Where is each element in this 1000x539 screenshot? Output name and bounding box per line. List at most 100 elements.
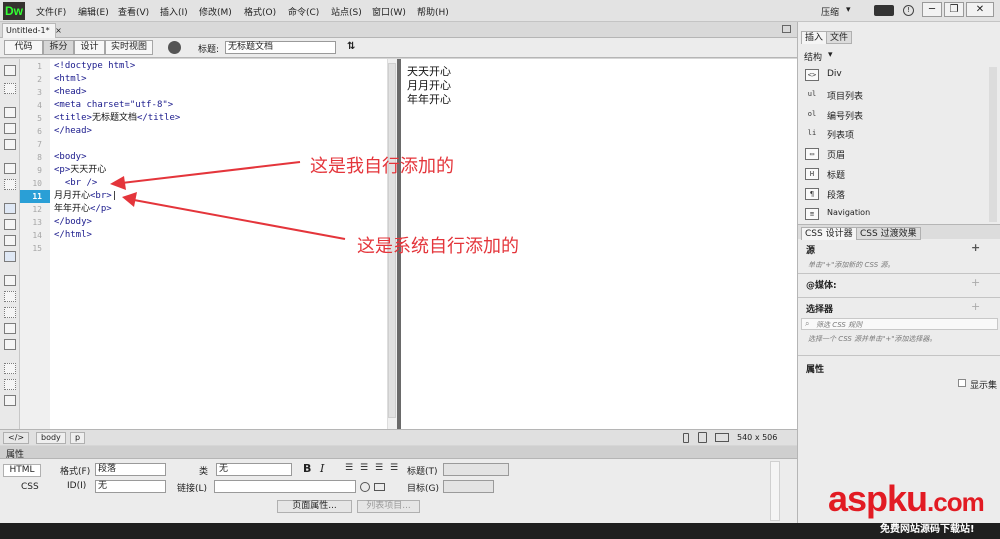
insert-label: 页眉 xyxy=(827,151,846,161)
insert-label: 段落 xyxy=(827,191,846,201)
show-set-checkbox[interactable] xyxy=(958,379,966,387)
workspace-switcher[interactable]: 压缩 xyxy=(821,5,839,18)
tab-css-transitions[interactable]: CSS 过渡效果 xyxy=(856,227,921,240)
aspku-watermark: aspku.com xyxy=(828,478,985,520)
add-source-button[interactable]: + xyxy=(971,241,980,254)
properties-expand-handle[interactable] xyxy=(770,461,780,521)
tag-p[interactable]: p xyxy=(70,432,86,444)
chevron-down-icon[interactable]: ▾ xyxy=(828,50,833,60)
divider xyxy=(798,297,1000,298)
minimize-button[interactable]: ─ xyxy=(922,2,942,17)
tab-css-designer[interactable]: CSS 设计器 xyxy=(801,227,857,240)
selectors-title: 选择器 xyxy=(806,305,834,315)
insert-list-item[interactable]: li 列表项 xyxy=(803,126,988,142)
heading-icon: H xyxy=(805,168,819,180)
taskbar xyxy=(0,523,1000,539)
divider xyxy=(798,355,1000,356)
target-select[interactable] xyxy=(443,480,494,493)
annotation-arrow-line-2 xyxy=(133,199,346,240)
css-mode-button[interactable]: CSS xyxy=(3,481,41,494)
annotation-arrow-line-1 xyxy=(121,161,301,184)
tag-selector-bar: </> body p 540 x 506 xyxy=(0,429,797,445)
media-title: @媒体: xyxy=(806,281,837,291)
annotation-arrows xyxy=(110,161,346,240)
id-label: ID(I) xyxy=(67,481,87,491)
insert-category[interactable]: 结构 xyxy=(804,50,822,63)
watermark-tagline: 免费网站源码下载站! xyxy=(880,524,975,535)
ul-icon: ul xyxy=(807,90,817,98)
insert-ordered-list[interactable]: ol 编号列表 xyxy=(803,107,988,123)
sync-icon[interactable] xyxy=(874,5,894,16)
css-designer-tabbar: CSS 设计器 CSS 过渡效果 xyxy=(798,224,1000,240)
tab-insert[interactable]: 插入 xyxy=(801,31,828,44)
ordered-list-icon[interactable]: ☰ xyxy=(360,463,368,473)
bold-button[interactable]: B xyxy=(303,462,311,475)
properties-header: 属性 xyxy=(0,446,797,460)
insert-label: 标题 xyxy=(827,171,846,181)
filter-placeholder: 筛选 CSS 规则 xyxy=(816,321,863,329)
sources-hint: 单击"+"添加新的 CSS 源。 xyxy=(808,261,895,269)
properties-section-title: 属性 xyxy=(806,365,825,375)
right-panel: 插入 文件 结构 ▾ <> Div ul 项目列表 ol 编号列表 li 列表项 ▭ 页眉… xyxy=(797,22,1000,523)
html-mode-button[interactable]: HTML xyxy=(3,464,41,477)
add-media-button[interactable]: + xyxy=(971,276,980,289)
id-select[interactable]: 无 xyxy=(95,480,166,493)
insert-label: 编号列表 xyxy=(827,112,864,122)
insert-scrollbar[interactable] xyxy=(989,67,997,222)
html-mode-label: HTML xyxy=(9,465,35,475)
class-select[interactable]: 无 xyxy=(216,463,292,476)
sources-title: 源 xyxy=(806,246,816,256)
header-icon: ▭ xyxy=(805,148,819,160)
selectors-hint: 选择一个 CSS 源并单击"+"添加选择器。 xyxy=(808,335,937,343)
point-to-file-icon[interactable] xyxy=(360,482,370,492)
insert-unordered-list[interactable]: ul 项目列表 xyxy=(803,87,988,103)
indent-icon[interactable]: ☰ xyxy=(390,463,398,473)
tab-files[interactable]: 文件 xyxy=(826,31,853,44)
help-icon[interactable]: ! xyxy=(903,5,914,16)
tag-body[interactable]: body xyxy=(36,432,66,444)
paragraph-icon: ¶ xyxy=(805,188,819,200)
italic-button[interactable]: I xyxy=(320,462,324,475)
title-attr-input[interactable] xyxy=(443,463,509,476)
desktop-size-icon[interactable] xyxy=(715,433,729,442)
insert-label: 列表项 xyxy=(827,131,855,141)
title-attr-label: 标题(T) xyxy=(407,467,438,477)
insert-label: 项目列表 xyxy=(827,92,864,102)
watermark-brand: aspku xyxy=(828,478,928,519)
close-window-button[interactable]: ✕ xyxy=(966,2,994,17)
link-input[interactable] xyxy=(214,480,356,493)
format-select[interactable]: 段落 xyxy=(95,463,166,476)
restore-button[interactable]: ❐ xyxy=(944,2,964,17)
ol-icon: ol xyxy=(807,110,817,118)
mobile-size-icon[interactable] xyxy=(683,433,689,443)
insert-paragraph[interactable]: ¶ 段落 xyxy=(803,186,988,202)
page-properties-button[interactable]: 页面属性... xyxy=(277,500,352,513)
show-set-label: 显示集 xyxy=(970,381,998,391)
properties-panel: HTML CSS 格式(F) 段落 ID(I) 无 类 无 B I ☰ ☰ ☰ … xyxy=(0,459,797,523)
insert-heading[interactable]: H 标题 xyxy=(803,166,988,182)
format-label: 格式(F) xyxy=(60,467,91,477)
chevron-down-icon[interactable]: ▾ xyxy=(846,5,851,15)
insert-label: Div xyxy=(827,69,842,79)
window-dimensions[interactable]: 540 x 506 xyxy=(737,433,777,442)
filter-css-rules-input[interactable]: 筛选 CSS 规则 ⌕ xyxy=(801,318,998,330)
insert-label: Navigation xyxy=(827,208,871,217)
insert-div[interactable]: <> Div xyxy=(803,67,988,83)
unordered-list-icon[interactable]: ☰ xyxy=(345,463,353,473)
div-icon: <> xyxy=(805,69,819,81)
add-selector-button[interactable]: + xyxy=(971,300,980,313)
watermark-domain: .com xyxy=(927,487,985,517)
li-icon: li xyxy=(807,129,817,137)
insert-header[interactable]: ▭ 页眉 xyxy=(803,146,988,162)
link-label: 链接(L) xyxy=(177,484,208,494)
target-label: 目标(G) xyxy=(407,484,439,494)
browse-folder-icon[interactable] xyxy=(374,483,385,491)
code-toggle-icon[interactable]: </> xyxy=(3,432,30,444)
outdent-icon[interactable]: ☰ xyxy=(375,463,383,473)
tablet-size-icon[interactable] xyxy=(698,432,707,443)
insert-navigation[interactable]: ≡ Navigation xyxy=(803,206,988,222)
annotation-system-added: 这是系统自行添加的 xyxy=(357,236,519,257)
list-item-button[interactable]: 列表项目... xyxy=(357,500,420,513)
annotation-user-added: 这是我自行添加的 xyxy=(310,156,454,177)
navigation-icon: ≡ xyxy=(805,208,819,220)
